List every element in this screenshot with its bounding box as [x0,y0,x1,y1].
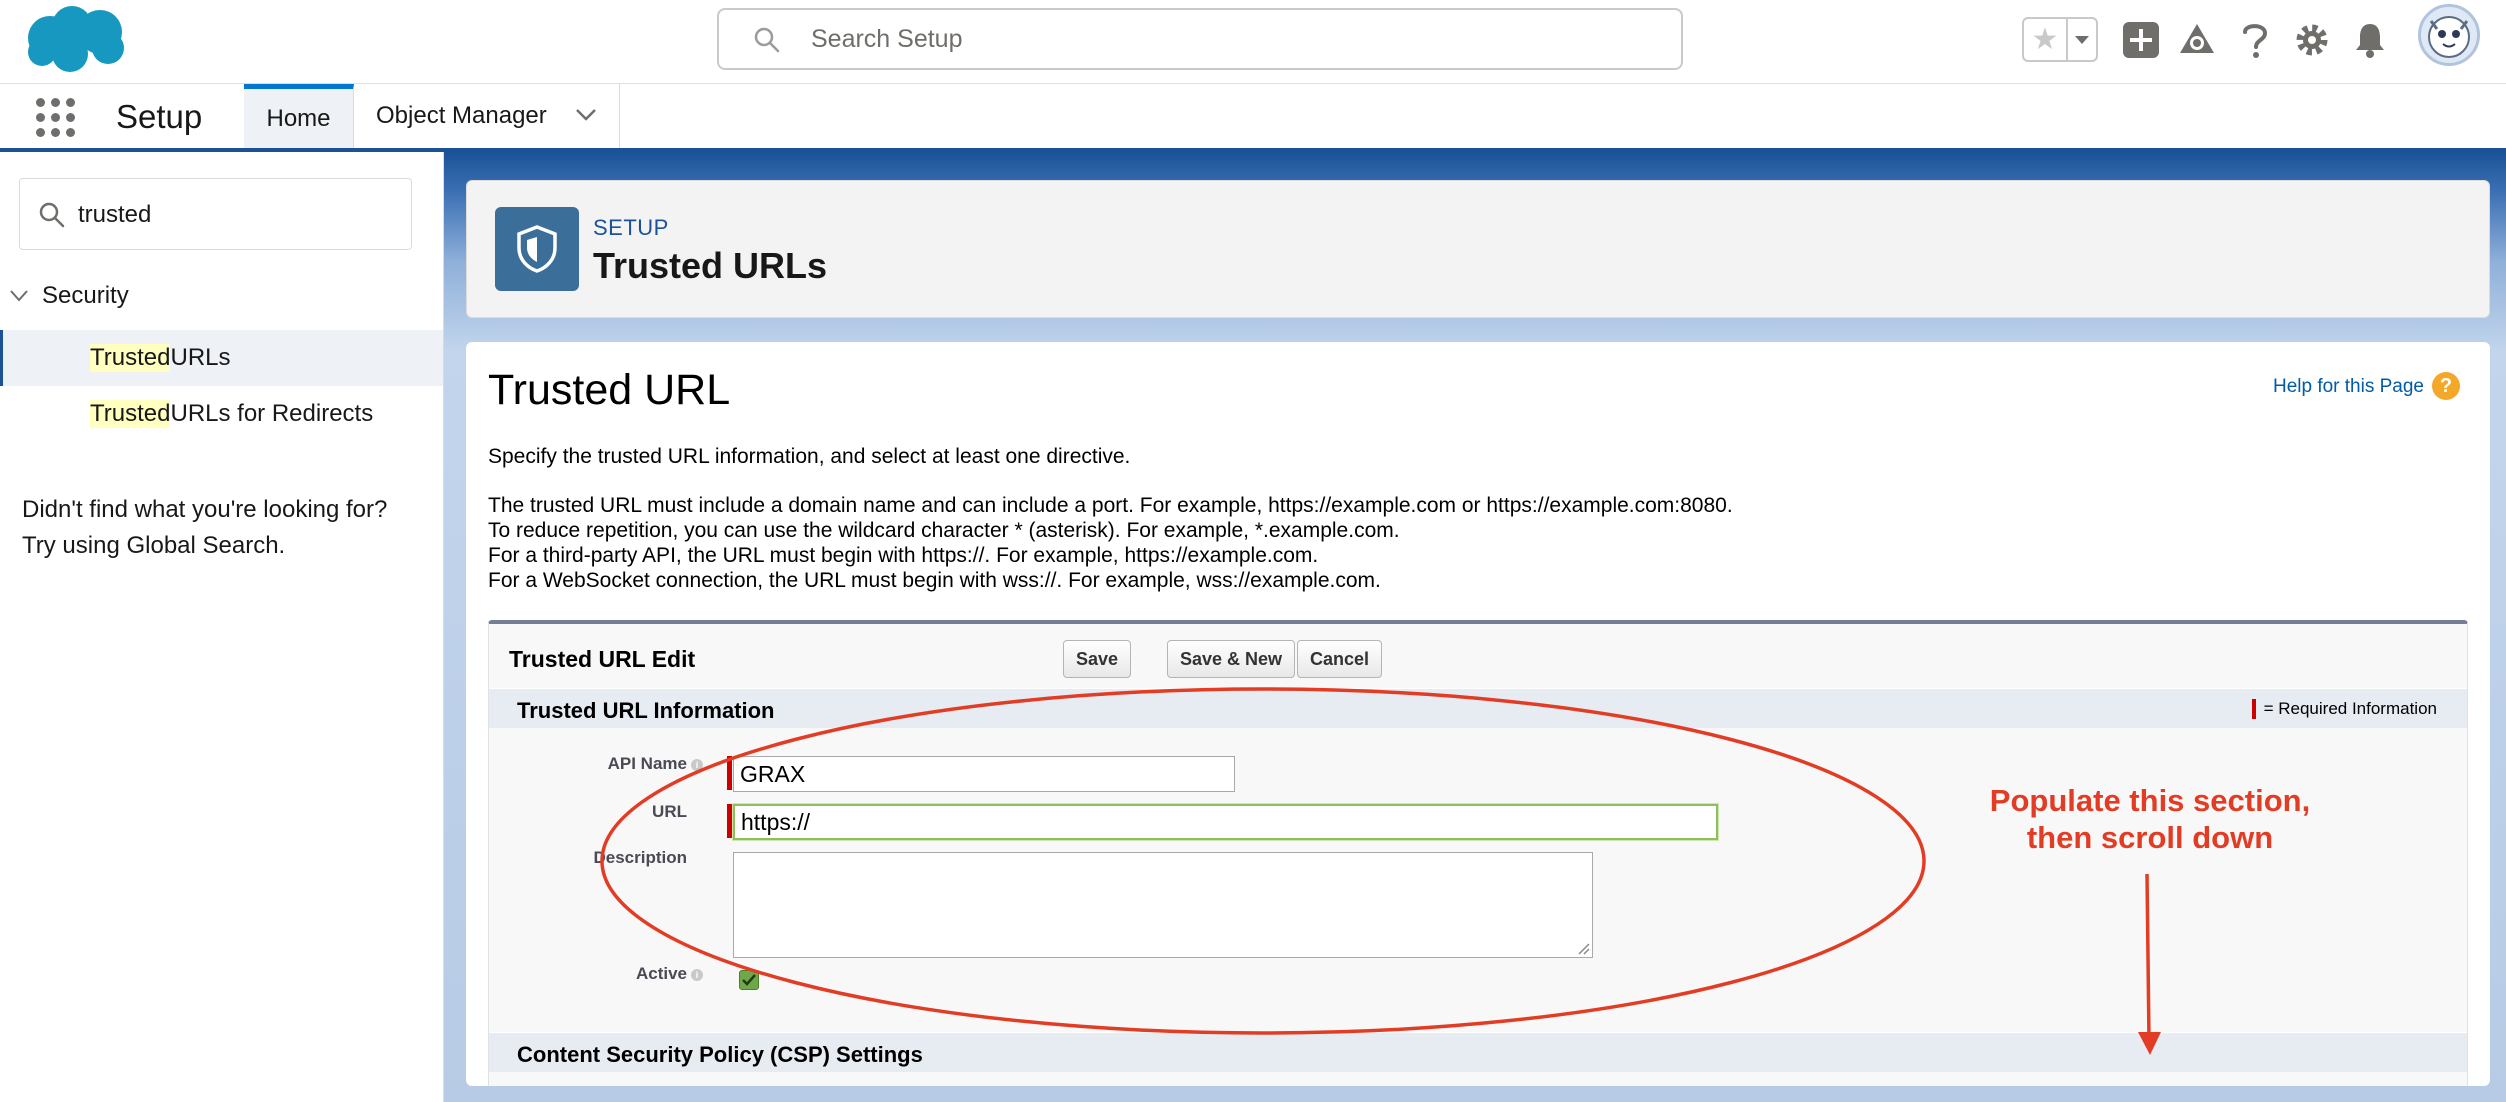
active-label: Active i [503,964,703,984]
not-found-message: Didn't find what you're looking for? Try… [22,492,387,564]
api-name-input[interactable] [733,756,1235,792]
annotation-text: Populate this section, then scroll down [1940,782,2360,856]
edit-block-title: Trusted URL Edit [509,646,696,672]
page-title: Trusted URLs [593,245,828,286]
url-label-text: URL [652,802,687,821]
setup-search-box[interactable]: Search Setup [717,8,1683,70]
description-line: For a WebSocket connection, the URL must… [488,569,1381,592]
search-highlight: Trusted [90,344,171,372]
page-eyebrow: SETUP [593,215,669,240]
description-textarea[interactable] [733,852,1593,958]
context-nav-bar: Setup Home Object Manager [0,84,2506,152]
active-label-text: Active [635,964,687,983]
api-name-label-text: API Name [607,754,687,773]
search-highlight: Trusted [90,400,171,428]
sidebar-item-label: URLs [170,344,231,371]
section-title: Content Security Policy (CSP) Settings [517,1042,923,1067]
active-checkbox[interactable] [739,970,759,990]
tree-group-security[interactable]: Security [10,282,129,310]
shield-icon [495,207,579,291]
description-label-text: Description [593,848,687,867]
tab-object-manager-label: Object Manager [376,102,547,129]
section-csp-settings[interactable]: Content Security Policy (CSP) Settings [489,1032,2467,1072]
section-title: Trusted URL Information [517,698,775,723]
sidebar-item-label: URLs for Redirects [170,400,374,427]
sidebar-item-trusted-urls[interactable]: Trusted URLs [0,330,443,386]
required-marker [2251,699,2256,719]
annotation-line: Populate this section, [1989,783,2311,818]
chevron-down-icon[interactable] [575,108,597,122]
api-name-label: API Name i [503,754,703,774]
description-line: To reduce repetition, you can use the wi… [488,519,1400,542]
required-legend-text: = Required Information [2263,699,2437,718]
content-title: Trusted URL [488,366,731,414]
search-icon [39,202,65,228]
quick-find-value: trusted [78,201,152,228]
description-line: For a third-party API, the URL must begi… [488,544,1319,567]
global-search-hint: Try using Global Search. [22,532,286,559]
add-icon[interactable] [2121,20,2161,60]
annotation-line: then scroll down [2026,820,2274,855]
checkmark-icon [742,974,756,986]
favorites-dropdown-icon[interactable] [2068,19,2096,60]
required-marker [727,804,732,838]
save-button[interactable]: Save [1063,640,1132,678]
save-and-new-button[interactable]: Save & New [1167,640,1296,678]
bell-icon[interactable] [2350,20,2390,60]
help-question-icon[interactable]: ? [2432,372,2460,400]
user-avatar[interactable] [2418,4,2480,66]
trailhead-icon[interactable] [2177,20,2217,60]
search-icon [754,27,780,53]
description-line: The trusted URL must include a domain na… [488,494,1733,517]
tab-home-label: Home [266,104,331,132]
chevron-down-icon [10,290,28,302]
quick-find-input[interactable]: trusted [19,178,412,250]
setup-sidebar: trusted Security Trusted URLs Trusted UR… [0,152,444,1102]
search-placeholder: Search Setup [811,25,963,53]
page-header: SETUP Trusted URLs [466,180,2490,318]
favorites-group: ★ [2022,17,2098,62]
sidebar-item-trusted-urls-for-redirects[interactable]: Trusted URLs for Redirects [0,386,443,442]
resize-grip-icon[interactable] [1576,941,1590,955]
help-icon[interactable] [2235,20,2275,60]
app-name: Setup [116,98,203,135]
app-launcher-icon[interactable] [36,98,76,138]
salesforce-cloud-logo[interactable] [20,2,130,78]
gear-icon[interactable] [2292,20,2332,60]
required-marker [727,756,732,790]
tab-object-manager[interactable]: Object Manager [354,84,620,148]
url-label: URL [503,802,703,822]
help-for-this-page-link[interactable]: Help for this Page [2273,376,2424,398]
info-icon[interactable]: i [691,758,703,771]
content-card: Trusted URL Help for this Page ? Specify… [466,342,2490,1086]
not-found-line: Didn't find what you're looking for? [22,496,388,523]
tab-home[interactable]: Home [244,84,354,148]
description-label: Description [503,848,703,868]
favorites-star-icon[interactable]: ★ [2024,19,2068,60]
tree-group-label: Security [42,282,129,309]
global-header: Search Setup ★ [0,0,2506,84]
url-input[interactable] [733,804,1718,840]
section-trusted-url-information: Trusted URL Information = Required Infor… [489,688,2467,728]
cancel-button[interactable]: Cancel [1297,640,1383,678]
required-legend: = Required Information [2251,699,2437,719]
info-icon[interactable]: i [691,968,703,981]
intro-text: Specify the trusted URL information, and… [488,445,1131,468]
description-text: The trusted URL must include a domain na… [488,493,1733,593]
